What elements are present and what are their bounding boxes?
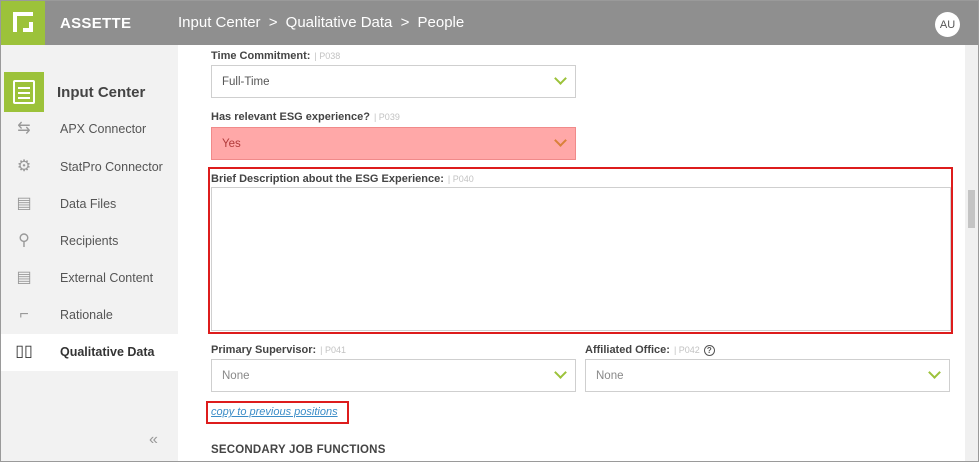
sidebar-item-apx-connector[interactable]: ⇆ APX Connector [1,111,178,148]
sidebar-item-statpro-connector[interactable]: ⚙ StatPro Connector [1,149,178,186]
statpro-connector-icon: ⚙ [16,158,32,175]
book-icon: ▯▯ [15,343,33,360]
chevron-down-icon [554,366,567,379]
esg-experience-label: Has relevant ESG experience? | P039 [211,111,400,123]
sidebar-item-label: External Content [60,271,154,285]
primary-supervisor-label: Primary Supervisor: | P041 [211,344,347,356]
sidebar-item-rationale[interactable]: ⌐ Rationale [1,297,178,334]
sidebar-item-external-content[interactable]: ▤ External Content [1,260,178,297]
collapse-sidebar-icon[interactable]: « [149,431,158,449]
sidebar-item-qualitative-data[interactable]: ▯▯ Qualitative Data [1,334,178,371]
user-avatar[interactable]: AU [935,12,960,37]
sidebar-item-label: Qualitative Data [60,345,155,359]
assette-logo[interactable] [1,1,45,45]
sidebar-title: Input Center [57,84,146,101]
sidebar-item-data-files[interactable]: ▤ Data Files [1,186,178,223]
esg-description-label: Brief Description about the ESG Experien… [211,173,474,185]
affiliated-office-label: Affiliated Office: | P042? [585,344,715,356]
sidebar-header: Input Center [1,72,178,112]
app-window: ASSETTE Input Center > Qualitative Data … [0,0,979,462]
main-content: Time Commitment: | P038 Full-Time Has rel… [178,45,965,461]
chevron-down-icon [928,366,941,379]
external-content-icon: ▤ [16,269,32,286]
info-icon[interactable]: ? [703,345,715,356]
copy-to-previous-positions-link[interactable]: copy to previous positions [211,406,338,418]
sidebar-item-label: StatPro Connector [60,160,163,174]
chevron-down-icon [554,134,567,147]
sidebar-item-recipients[interactable]: ⚲ Recipients [1,223,178,260]
sidebar-item-label: Rationale [60,308,113,322]
vertical-scrollbar[interactable] [965,45,978,461]
secondary-job-functions-heading: SECONDARY JOB FUNCTIONS [211,444,386,456]
scrollbar-thumb[interactable] [968,190,975,228]
brand-name: ASSETTE [60,15,132,32]
breadcrumb-qualitative-data[interactable]: Qualitative Data [286,14,393,31]
chevron-down-icon [554,72,567,85]
breadcrumb-separator: > [268,14,278,31]
sidebar-item-label: APX Connector [60,122,147,136]
breadcrumb-separator: > [400,14,410,31]
time-commitment-select[interactable]: Full-Time [211,65,576,98]
sidebar-item-label: Recipients [60,234,119,248]
time-commitment-label: Time Commitment: | P038 [211,50,341,62]
data-files-icon: ▤ [16,195,32,212]
primary-supervisor-select[interactable]: None [211,359,576,392]
affiliated-office-select[interactable]: None [585,359,950,392]
sidebar: Input Center ⇆ APX Connector ⚙ StatPro C… [1,45,178,461]
apx-connector-icon: ⇆ [17,120,31,137]
recipients-icon: ⚲ [18,232,30,249]
top-bar: ASSETTE Input Center > Qualitative Data … [1,1,978,45]
input-center-icon [4,72,44,112]
breadcrumb: Input Center > Qualitative Data > People [178,14,468,31]
breadcrumb-input-center[interactable]: Input Center [178,14,261,31]
esg-description-textarea[interactable] [211,187,951,331]
esg-experience-select[interactable]: Yes [211,127,576,160]
rationale-icon: ⌐ [19,306,29,323]
breadcrumb-people: People [417,14,465,31]
sidebar-item-label: Data Files [60,197,117,211]
